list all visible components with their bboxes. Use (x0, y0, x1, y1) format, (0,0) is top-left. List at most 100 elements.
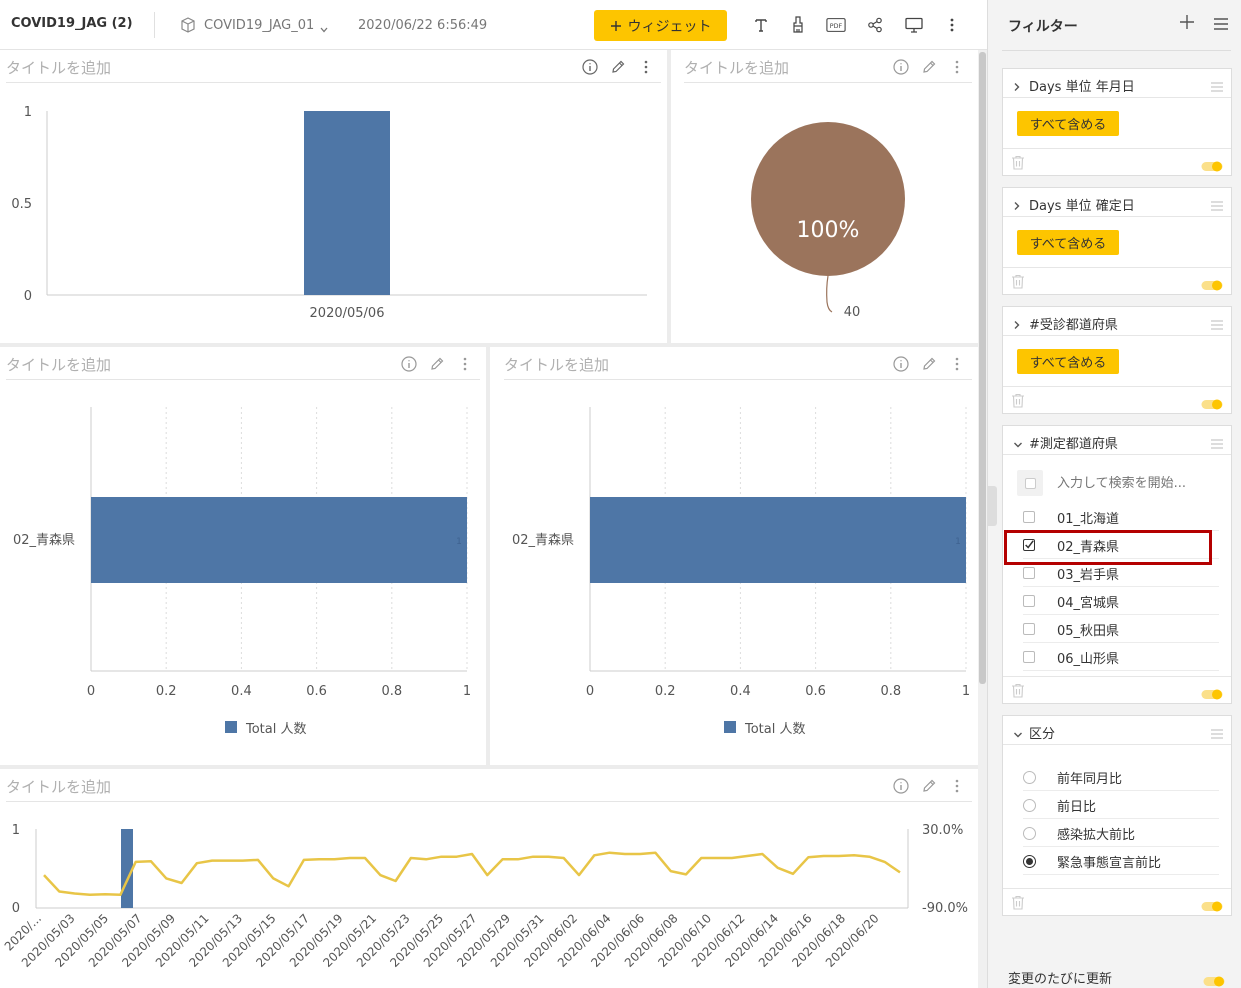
y-right-tick-label: -90.0% (922, 901, 968, 916)
pdf-icon[interactable]: PDF (826, 15, 846, 35)
chevron-right-icon[interactable] (1013, 196, 1021, 215)
filter-card-exam-prefecture: #受診都道府県 すべて含める (1002, 306, 1232, 414)
radio-option[interactable]: 前年同月比 (1023, 764, 1219, 791)
pie-chart: 100% 40 (751, 122, 905, 320)
filter-header[interactable]: Days 単位 確定日 (1003, 188, 1231, 217)
x-tick-label: 0.6 (805, 684, 826, 699)
include-all-button[interactable]: すべて含める (1017, 230, 1119, 255)
filter-search-input[interactable] (1057, 475, 1217, 491)
radio-option[interactable]: 前日比 (1023, 792, 1219, 819)
x-tick-label: 0.8 (880, 684, 901, 699)
bar-value-label: 1 (955, 537, 961, 547)
monitor-icon[interactable] (904, 15, 924, 35)
chevron-right-icon[interactable] (1013, 315, 1021, 334)
last-updated-time: 2020/06/22 6:56:49 (358, 18, 488, 33)
legend-label: Total 人数 (245, 722, 307, 737)
trash-icon[interactable] (1011, 895, 1025, 914)
y-tick-label: 1 (12, 823, 20, 838)
chevron-down-icon[interactable] (1013, 724, 1023, 743)
filter-option-label: 05_秋田県 (1057, 623, 1120, 639)
selected-radio[interactable] (1023, 854, 1036, 868)
toggle-switch[interactable] (1201, 157, 1223, 176)
checkbox[interactable] (1023, 623, 1035, 635)
y-right-tick-label: 30.0% (922, 823, 963, 838)
brush-icon[interactable] (788, 15, 808, 35)
filter-footer (1003, 267, 1231, 295)
pie-data-label: 40 (844, 305, 861, 320)
filter-header[interactable]: #受診都道府県 (1003, 307, 1231, 336)
text-icon[interactable] (751, 15, 771, 35)
x-tick-label: 0.4 (730, 684, 751, 699)
x-tick-label: 0.4 (231, 684, 252, 699)
filter-search-row (1017, 468, 1217, 498)
toolbar-divider (154, 12, 155, 38)
filter-option[interactable]: 06_山形県 (1023, 644, 1219, 671)
scrollbar-thumb[interactable] (979, 52, 986, 684)
filter-footer (1003, 148, 1231, 176)
hamburger-icon[interactable] (1211, 724, 1223, 743)
add-filter-icon[interactable] (1179, 14, 1195, 34)
filter-option-label: 01_北海道 (1057, 511, 1120, 527)
y-tick-label: 02_青森県 (13, 533, 75, 548)
hamburger-icon[interactable] (1211, 315, 1223, 334)
filter-header[interactable]: #測定都道府県 (1003, 426, 1231, 455)
select-all-checkbox[interactable] (1017, 470, 1043, 496)
x-tick-label: 0.6 (306, 684, 327, 699)
filter-option-label: 06_山形県 (1057, 651, 1120, 667)
filter-option[interactable]: 01_北海道 (1023, 504, 1219, 531)
bar (121, 829, 133, 908)
series-line (43, 851, 901, 897)
chevron-right-icon[interactable] (1013, 77, 1021, 96)
filter-header[interactable]: 区分 (1003, 716, 1231, 745)
hamburger-icon[interactable] (1211, 77, 1223, 96)
trash-icon[interactable] (1011, 683, 1025, 702)
x-tick-label: 0.2 (655, 684, 676, 699)
datasource-selector[interactable]: COVID19_JAG_01 (204, 18, 314, 33)
checkbox[interactable] (1023, 595, 1035, 607)
add-widget-button[interactable]: ウィジェット (594, 10, 727, 41)
filter-label: Days 単位 年月日 (1029, 80, 1135, 95)
radio-option[interactable]: 感染拡大前比 (1023, 820, 1219, 847)
include-all-button[interactable]: すべて含める (1017, 111, 1119, 136)
chevron-down-icon[interactable] (1013, 434, 1023, 453)
filter-option[interactable]: 05_秋田県 (1023, 616, 1219, 643)
filter-footer (1003, 386, 1231, 414)
filter-card-category: 区分 前年同月比 前日比感染拡大前比緊急事態宣言前比 (1002, 715, 1232, 916)
more-icon[interactable] (942, 15, 962, 35)
include-all-button[interactable]: すべて含める (1017, 349, 1119, 374)
hamburger-icon[interactable] (1213, 16, 1229, 35)
radio-option-label: 感染拡大前比 (1057, 827, 1136, 843)
y-tick-label: 0 (12, 901, 20, 916)
legend-swatch (724, 721, 736, 733)
dashboard-title: COVID19_JAG (2) (11, 16, 133, 31)
x-tick-label: 0 (87, 684, 95, 699)
radio[interactable] (1023, 826, 1036, 840)
plus-icon (610, 20, 621, 31)
y-tick-label: 02_青森県 (512, 533, 574, 548)
trash-icon[interactable] (1011, 274, 1025, 293)
chevron-down-icon[interactable] (319, 20, 329, 39)
filter-option-label: 03_岩手県 (1057, 567, 1120, 583)
trash-icon[interactable] (1011, 393, 1025, 412)
bar-chart: 1 0.5 0 2020/05/06 (11, 105, 647, 321)
toggle-switch[interactable] (1201, 897, 1223, 916)
checkbox[interactable] (1023, 651, 1035, 663)
toggle-switch[interactable] (1201, 685, 1223, 704)
radio[interactable] (1023, 770, 1036, 784)
share-icon[interactable] (865, 15, 885, 35)
hamburger-icon[interactable] (1211, 196, 1223, 215)
auto-update-toggle[interactable] (1203, 972, 1225, 988)
checkbox[interactable] (1023, 567, 1035, 579)
toggle-switch[interactable] (1201, 395, 1223, 414)
filter-footer (1003, 888, 1231, 916)
checkbox[interactable] (1023, 511, 1035, 523)
toggle-switch[interactable] (1201, 276, 1223, 295)
y-tick-label: 0 (24, 289, 32, 304)
trash-icon[interactable] (1011, 155, 1025, 174)
filter-header[interactable]: Days 単位 年月日 (1003, 69, 1231, 98)
panel-collapse-handle[interactable] (988, 486, 997, 526)
radio-option[interactable]: 緊急事態宣言前比 (1023, 848, 1219, 875)
filter-option[interactable]: 04_宮城県 (1023, 588, 1219, 615)
hamburger-icon[interactable] (1211, 434, 1223, 453)
radio[interactable] (1023, 798, 1036, 812)
